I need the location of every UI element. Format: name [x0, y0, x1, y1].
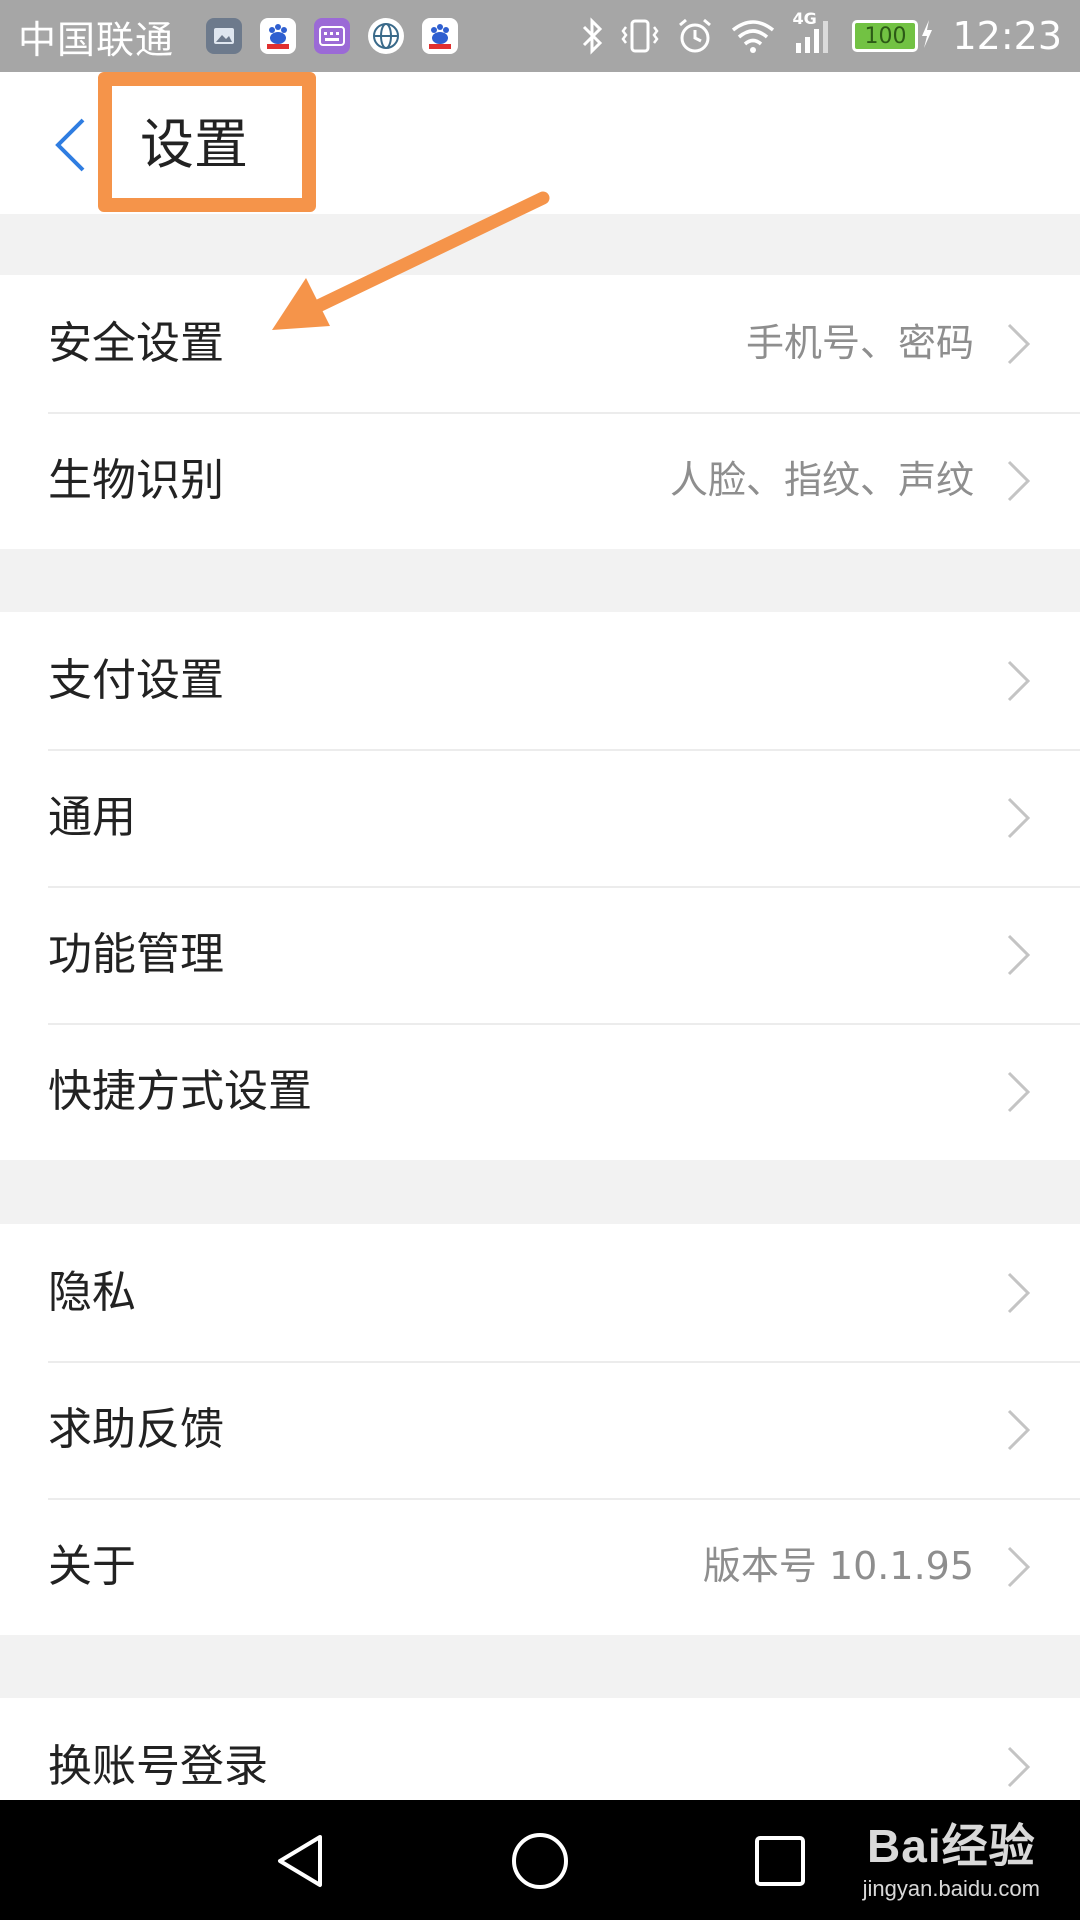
- system-icons: 4G 100 12:23: [564, 0, 1062, 72]
- carrier-name: 中国联通: [18, 17, 175, 62]
- network-type: 4G: [792, 9, 817, 28]
- baidu-icon: [422, 18, 459, 54]
- settings-row-about[interactable]: 关于 版本号 10.1.95: [0, 1498, 1080, 1635]
- row-value: 手机号、密码: [745, 321, 974, 365]
- nav-back-button[interactable]: [265, 1826, 335, 1896]
- nav-recents-button[interactable]: [745, 1826, 815, 1896]
- chevron-right-icon: [1007, 934, 1031, 976]
- settings-group-info: 隐私 求助反馈 关于 版本号 10.1.95: [0, 1224, 1080, 1635]
- settings-screen: 中国联通 4G 100 12:23 设置 安全设置 手机号、密码 生物识别 人脸…: [0, 0, 1080, 1920]
- alarm-icon: [676, 17, 714, 55]
- row-label: 安全设置: [48, 318, 224, 369]
- wifi-icon: [730, 18, 776, 54]
- gallery-icon: [206, 18, 243, 54]
- chevron-right-icon: [1007, 1071, 1031, 1113]
- notification-icons: [188, 18, 459, 54]
- watermark-logo: Bai经验: [867, 1820, 1036, 1872]
- watermark-url: jingyan.baidu.com: [862, 1876, 1040, 1901]
- row-label: 生物识别: [48, 455, 224, 506]
- recents-square-icon: [755, 1836, 805, 1886]
- row-label: 求助反馈: [48, 1404, 224, 1455]
- chevron-right-icon: [1007, 797, 1031, 839]
- baidu-icon: [260, 18, 297, 54]
- settings-row-security[interactable]: 安全设置 手机号、密码: [0, 275, 1080, 412]
- chevron-right-icon: [1007, 1546, 1031, 1588]
- settings-row-shortcuts[interactable]: 快捷方式设置: [0, 1023, 1080, 1160]
- chevron-right-icon: [1007, 460, 1031, 502]
- globe-icon: [368, 18, 405, 54]
- keyboard-icon: [314, 18, 351, 54]
- signal-icon: 4G: [792, 9, 832, 55]
- settings-group-general: 支付设置 通用 功能管理 快捷方式设置: [0, 612, 1080, 1160]
- home-circle-icon: [512, 1833, 568, 1889]
- settings-group-account: 安全设置 手机号、密码 生物识别 人脸、指纹、声纹: [0, 275, 1080, 549]
- chevron-left-icon: [55, 118, 85, 172]
- watermark: Bai经验 jingyan.baidu.com: [863, 1810, 1040, 1902]
- row-label: 隐私: [48, 1267, 136, 1318]
- settings-row-help-feedback[interactable]: 求助反馈: [0, 1361, 1080, 1498]
- vibrate-icon: [620, 17, 660, 55]
- chevron-right-icon: [1007, 1409, 1031, 1451]
- status-time: 12:23: [952, 14, 1062, 58]
- bluetooth-icon: [580, 17, 604, 55]
- settings-row-features[interactable]: 功能管理: [0, 886, 1080, 1023]
- row-value: 人脸、指纹、声纹: [669, 458, 974, 502]
- row-value: 版本号 10.1.95: [702, 1544, 974, 1588]
- battery-icon: 100: [852, 20, 919, 52]
- chevron-right-icon: [1007, 323, 1031, 365]
- settings-row-biometrics[interactable]: 生物识别 人脸、指纹、声纹: [0, 412, 1080, 549]
- chevron-right-icon: [1007, 1272, 1031, 1314]
- row-label: 功能管理: [48, 929, 224, 980]
- back-button[interactable]: [40, 110, 100, 180]
- row-label: 通用: [48, 792, 136, 843]
- row-label: 关于: [48, 1541, 136, 1592]
- back-triangle-icon: [278, 1835, 322, 1887]
- row-label: 支付设置: [48, 655, 224, 706]
- status-bar: 中国联通 4G 100 12:23: [0, 0, 1080, 72]
- system-nav-bar: Bai经验 jingyan.baidu.com: [0, 1800, 1080, 1920]
- charging-icon: [920, 19, 934, 53]
- row-label: 快捷方式设置: [48, 1066, 312, 1117]
- settings-row-general[interactable]: 通用: [0, 749, 1080, 886]
- app-header: 设置: [0, 72, 1080, 214]
- page-title: 设置: [140, 113, 248, 176]
- settings-row-privacy[interactable]: 隐私: [0, 1224, 1080, 1361]
- nav-home-button[interactable]: [505, 1826, 575, 1896]
- settings-row-payment[interactable]: 支付设置: [0, 612, 1080, 749]
- chevron-right-icon: [1007, 660, 1031, 702]
- chevron-right-icon: [1007, 1746, 1031, 1788]
